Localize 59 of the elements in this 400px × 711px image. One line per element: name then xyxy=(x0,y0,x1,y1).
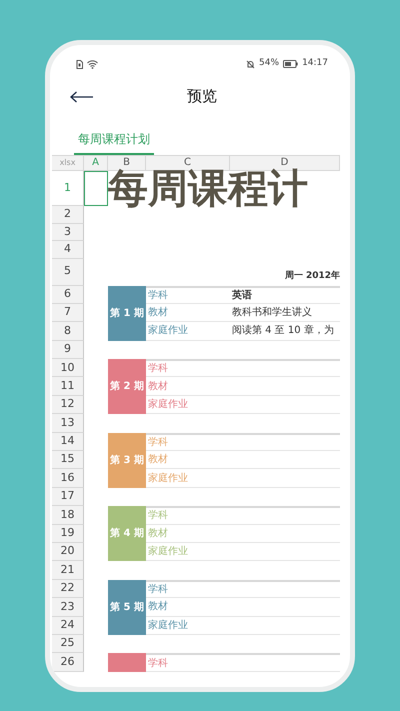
field-value: 教科书和学生讲义 xyxy=(230,304,340,322)
row-header[interactable]: 20 xyxy=(52,542,84,562)
period-label: 第 4 期 xyxy=(108,506,146,562)
row-header[interactable]: 14 xyxy=(52,432,84,452)
row-header[interactable]: 19 xyxy=(52,524,84,543)
field-label: 家庭作业 xyxy=(146,542,230,562)
row-header[interactable]: 9 xyxy=(52,340,84,360)
row-header[interactable]: 4 xyxy=(52,241,84,258)
row-header[interactable]: 2 xyxy=(52,206,84,224)
row-header[interactable]: 18 xyxy=(52,506,84,525)
field-label: 学科 xyxy=(146,580,230,598)
status-time: 14:17 xyxy=(302,57,328,70)
row-header[interactable]: 11 xyxy=(52,377,84,396)
row-header[interactable]: 22 xyxy=(52,580,84,598)
field-label: 学科 xyxy=(146,653,230,672)
field-label: 教材 xyxy=(146,304,230,322)
row-header[interactable]: 8 xyxy=(52,322,84,341)
period-label: 第 3 期 xyxy=(108,432,146,488)
sim-card-icon xyxy=(76,60,83,68)
row-header[interactable]: 17 xyxy=(52,488,84,506)
field-value: 阅读第 4 至 10 章，为 xyxy=(230,322,340,341)
field-label: 学科 xyxy=(146,432,230,452)
row-header[interactable]: 21 xyxy=(52,561,84,580)
field-label: 家庭作业 xyxy=(146,469,230,488)
row-header[interactable]: 13 xyxy=(52,414,84,433)
row-header[interactable]: 26 xyxy=(52,653,84,672)
field-label: 家庭作业 xyxy=(146,616,230,635)
period-label: 第 2 期 xyxy=(108,359,146,414)
date-text: 周一 2012年 xyxy=(284,270,340,283)
row-header[interactable]: 3 xyxy=(52,224,84,241)
row-header[interactable]: 5 xyxy=(52,258,84,286)
row-header[interactable]: 10 xyxy=(52,359,84,378)
row-header[interactable]: 24 xyxy=(52,616,84,635)
field-label: 教材 xyxy=(146,598,230,617)
period-label: 第 1 期 xyxy=(108,286,146,341)
field-label: 家庭作业 xyxy=(146,322,230,341)
row-header[interactable]: 25 xyxy=(52,634,84,654)
period-label: 第 5 期 xyxy=(108,580,146,635)
selected-cell[interactable] xyxy=(84,171,108,206)
row-header[interactable]: 6 xyxy=(52,286,84,304)
corner-cell: xlsx xyxy=(52,155,84,171)
field-label: 教材 xyxy=(146,377,230,396)
battery-icon xyxy=(283,60,298,68)
row-header[interactable]: 12 xyxy=(52,396,84,414)
mute-bell-icon xyxy=(246,60,256,68)
field-label: 学科 xyxy=(146,286,230,304)
wifi-icon xyxy=(87,60,98,68)
field-label: 教材 xyxy=(146,524,230,543)
field-value: 英语 xyxy=(230,286,340,304)
page-title: 预览 xyxy=(187,87,217,105)
field-label: 家庭作业 xyxy=(146,396,230,414)
field-label: 学科 xyxy=(146,359,230,378)
battery-percent: 54% xyxy=(259,57,280,70)
row-header[interactable]: 23 xyxy=(52,598,84,617)
field-label: 学科 xyxy=(146,506,230,525)
row-header[interactable]: 16 xyxy=(52,469,84,488)
row-header[interactable]: 7 xyxy=(52,304,84,322)
row-header[interactable]: 15 xyxy=(52,451,84,470)
field-label: 教材 xyxy=(146,451,230,470)
